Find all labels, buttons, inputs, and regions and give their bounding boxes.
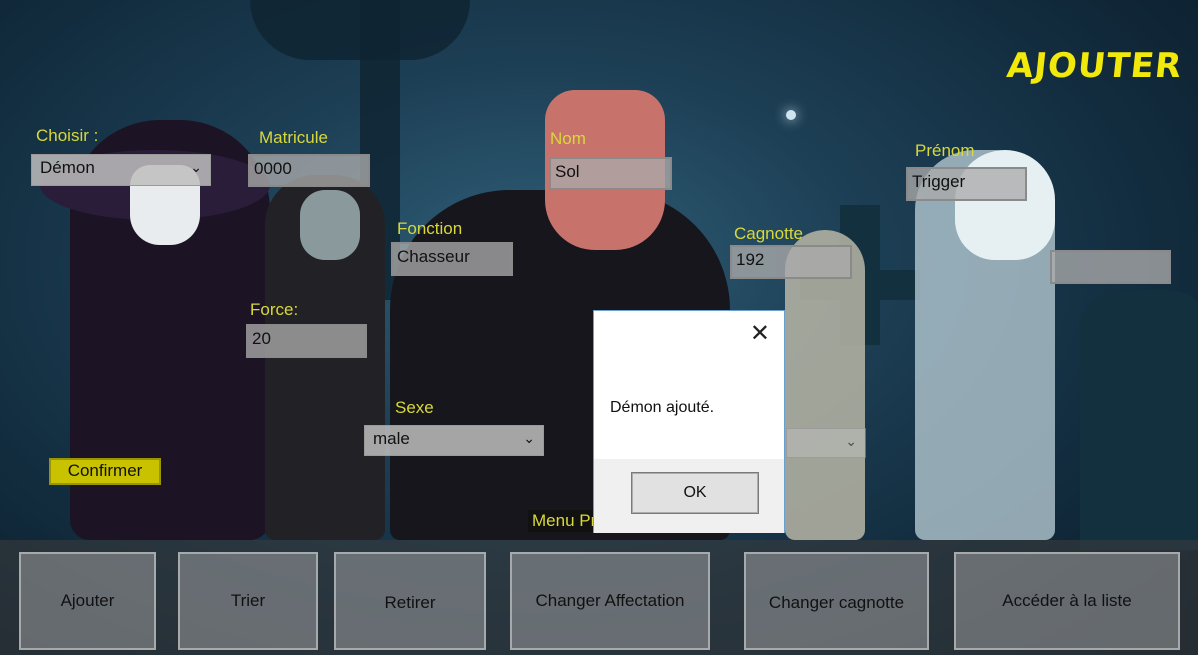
sexe-label: Sexe (395, 398, 434, 417)
matricule-input[interactable]: 0000 (248, 154, 370, 187)
choisir-label: Choisir : (36, 126, 99, 145)
fonction-label: Fonction (397, 219, 463, 238)
close-icon[interactable]: ✕ (750, 319, 770, 348)
tree-silhouette (250, 0, 470, 60)
nav-ajouter-button[interactable]: Ajouter (19, 552, 156, 650)
prenom-label: Prénom (915, 141, 975, 160)
chevron-down-icon: ⌄ (845, 433, 857, 449)
type-select[interactable]: Démon ⌄ (31, 154, 211, 186)
force-input[interactable]: 20 (246, 324, 367, 358)
nav-changer-cagnotte-button[interactable]: Changer cagnotte (744, 552, 929, 650)
menu-label: Menu Pr (528, 510, 601, 532)
hidden-select[interactable]: ⌄ (786, 428, 866, 458)
cagnotte-input[interactable]: 192 (730, 245, 852, 279)
background-scene: AJOUTER Choisir : Démon ⌄ Matricule 0000… (0, 0, 1198, 655)
confirm-button[interactable]: Confirmer (49, 458, 161, 485)
nav-retirer-button[interactable]: Retirer (334, 552, 486, 650)
chevron-down-icon: ⌄ (190, 159, 202, 175)
nav-acceder-liste-button[interactable]: Accéder à la liste (954, 552, 1180, 650)
dialog-message: Démon ajouté. (610, 399, 715, 416)
page-title: AJOUTER (1004, 46, 1185, 86)
grave-silhouette (1080, 290, 1198, 550)
cagnotte-label: Cagnotte (734, 224, 803, 243)
sexe-select-value: male (373, 429, 410, 448)
type-select-value: Démon (40, 158, 95, 177)
nav-changer-affectation-button[interactable]: Changer Affectation (510, 552, 710, 650)
matricule-label: Matricule (259, 128, 328, 147)
fonction-input[interactable]: Chasseur (391, 242, 513, 276)
sexe-select[interactable]: male ⌄ (364, 425, 544, 456)
nav-trier-button[interactable]: Trier (178, 552, 318, 650)
ok-button[interactable]: OK (631, 472, 759, 514)
nom-input[interactable]: Sol (549, 157, 672, 190)
message-dialog: ✕ Démon ajouté. OK (593, 310, 785, 533)
force-label: Force: (250, 300, 299, 319)
extra-input[interactable] (1050, 250, 1171, 284)
moon (786, 110, 796, 120)
chevron-down-icon: ⌄ (523, 430, 535, 446)
prenom-input[interactable]: Trigger (906, 167, 1027, 201)
biker-face (300, 190, 360, 260)
nom-label: Nom (550, 129, 586, 148)
